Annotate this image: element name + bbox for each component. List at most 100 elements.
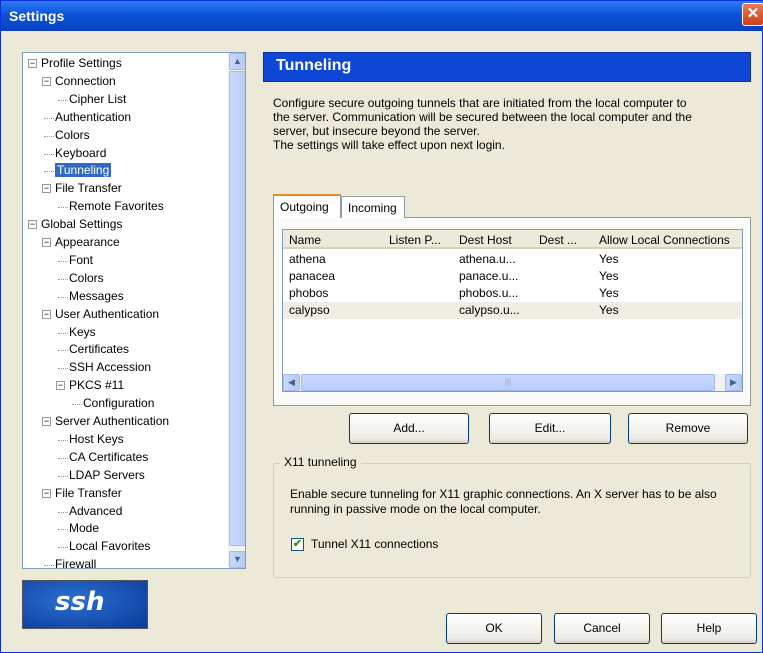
tree-item[interactable]: Keyboard (55, 146, 106, 162)
ok-button[interactable]: OK (446, 613, 542, 644)
settings-window: Settings ✕ − Profile Settings − Connection C… (0, 0, 763, 653)
description-line: the server. Communication will be secure… (273, 110, 692, 124)
table-cell-dest-host: calypso.u... (459, 303, 520, 317)
tab-incoming[interactable]: Incoming (341, 196, 405, 218)
edit-button[interactable]: Edit... (489, 413, 611, 444)
scroll-down-button[interactable]: ▼ (229, 551, 245, 568)
tree-item-label: Configuration (83, 396, 155, 411)
scroll-left-button[interactable]: ◀ (283, 374, 300, 391)
tree-item-label: Local Favorites (69, 539, 151, 554)
tree-item-label: Keyboard (55, 145, 107, 160)
tree-item[interactable]: Authentication (55, 110, 131, 126)
logo-text: ssh (55, 587, 105, 617)
tree-item[interactable]: − User Authentication (42, 307, 159, 323)
description-line: server, but insecure beyond the server. (273, 124, 480, 138)
x11-description: Enable secure tunneling for X11 graphic … (290, 487, 717, 516)
tree-item[interactable]: Advanced (69, 504, 122, 520)
tunnel-x11-label[interactable]: Tunnel X11 connections (311, 537, 438, 551)
tree-item-label: Certificates (69, 342, 130, 357)
collapse-icon[interactable]: − (42, 309, 51, 319)
tree-item[interactable]: Firewall (55, 557, 97, 569)
tree-item[interactable]: Colors (55, 128, 90, 144)
tree-item[interactable]: − Connection (42, 74, 116, 90)
collapse-icon[interactable]: − (42, 238, 51, 247)
scroll-thumb[interactable] (229, 71, 245, 546)
tree-item[interactable]: Keys (69, 325, 96, 341)
tree-item[interactable]: − File Transfer (42, 181, 122, 197)
tree-item[interactable]: Messages (69, 289, 124, 305)
tree-item[interactable]: Configuration (83, 396, 154, 412)
table-cell-allow: Yes (599, 252, 619, 266)
tree-item[interactable]: Certificates (69, 342, 129, 358)
tree-item-label: Connection (55, 73, 116, 88)
close-button[interactable]: ✕ (742, 3, 763, 26)
collapse-icon[interactable]: − (56, 381, 65, 391)
remove-button[interactable]: Remove (628, 413, 748, 444)
help-button[interactable]: Help (661, 613, 757, 644)
checkmark-icon: ✔ (292, 538, 303, 550)
cancel-button[interactable]: Cancel (554, 613, 650, 644)
scroll-right-button[interactable]: ▶ (725, 374, 742, 391)
tree-item[interactable]: Cipher List (69, 92, 126, 108)
tree-item[interactable]: Local Favorites (69, 539, 150, 555)
title-bar: Settings ✕ (1, 1, 763, 31)
tree-item[interactable]: − File Transfer (42, 486, 122, 502)
panel-description: Configure secure outgoing tunnels that a… (273, 96, 743, 152)
chevron-up-icon: ▲ (233, 56, 242, 66)
table-cell-allow: Yes (599, 286, 619, 300)
collapse-icon[interactable]: − (42, 184, 51, 194)
tab-outgoing[interactable]: Outgoing (273, 194, 341, 218)
tree-item[interactable]: LDAP Servers (69, 468, 145, 484)
column-header-dest-port[interactable]: Dest ... (533, 230, 593, 249)
tree-item-label: Cipher List (69, 91, 127, 106)
tree-item[interactable]: − Appearance (42, 235, 120, 251)
chevron-left-icon: ◀ (288, 377, 295, 387)
collapse-icon[interactable]: − (42, 76, 51, 86)
column-header-listen-port[interactable]: Listen P... (383, 230, 453, 249)
tree-item-label: Firewall (55, 557, 97, 569)
tree-item[interactable]: Colors (69, 271, 104, 287)
tree-item[interactable]: CA Certificates (69, 450, 148, 466)
tree-item-label: Mode (69, 521, 100, 536)
collapse-icon[interactable]: − (42, 488, 51, 498)
tree-item[interactable]: Mode (69, 521, 99, 537)
tree-item-label: Server Authentication (55, 414, 170, 428)
scroll-up-button[interactable]: ▲ (229, 53, 245, 70)
table-cell-name: athena (289, 252, 326, 266)
tree-item-label: Font (69, 252, 94, 267)
tree-item-label: Keys (69, 324, 96, 339)
tree-item[interactable]: Tunneling (55, 163, 112, 179)
tree-vertical-scrollbar[interactable]: ▲ ▼ (228, 53, 245, 568)
tree-item-label: Host Keys (69, 431, 124, 446)
tunnels-list: Name Listen P... Dest Host Dest ... Allo… (282, 229, 743, 392)
table-row[interactable]: panacea panace.u... Yes (283, 268, 742, 285)
tree-item[interactable]: − Global Settings (28, 217, 122, 233)
tree-item[interactable]: − Server Authentication (42, 414, 169, 430)
tree-item-label: PKCS #11 (69, 378, 125, 393)
column-header-dest-host[interactable]: Dest Host (453, 230, 533, 249)
scroll-thumb[interactable]: ||| (301, 374, 715, 391)
table-row[interactable]: phobos phobos.u... Yes (283, 285, 742, 302)
tree-item[interactable]: SSH Accession (69, 360, 151, 376)
tunnel-x11-checkbox[interactable]: ✔ (291, 538, 304, 551)
collapse-icon[interactable]: − (28, 220, 37, 230)
tree-item[interactable]: Font (69, 253, 93, 269)
list-horizontal-scrollbar[interactable]: ◀ ||| ▶ (283, 374, 742, 391)
tree-item[interactable]: − PKCS #11 (56, 378, 124, 394)
tree-item[interactable]: Remote Favorites (69, 199, 164, 215)
column-header-name[interactable]: Name (283, 230, 383, 249)
tree-item[interactable]: Host Keys (69, 432, 124, 448)
column-header-allow-local[interactable]: Allow Local Connections (593, 230, 742, 249)
table-row[interactable]: athena athena.u... Yes (283, 251, 742, 268)
add-button[interactable]: Add... (349, 413, 469, 444)
collapse-icon[interactable]: − (42, 417, 51, 426)
table-cell-name: phobos (289, 286, 329, 300)
table-cell-dest-host: athena.u... (459, 252, 516, 266)
collapse-icon[interactable]: − (28, 59, 37, 68)
tree-item[interactable]: − Profile Settings (28, 56, 122, 72)
tree-item-label: Appearance (55, 235, 120, 249)
tree-item-label: File Transfer (55, 181, 122, 196)
chevron-right-icon: ▶ (730, 377, 737, 387)
tree-item-label: Messages (69, 288, 124, 303)
table-row[interactable]: calypso calypso.u... Yes (283, 302, 742, 319)
